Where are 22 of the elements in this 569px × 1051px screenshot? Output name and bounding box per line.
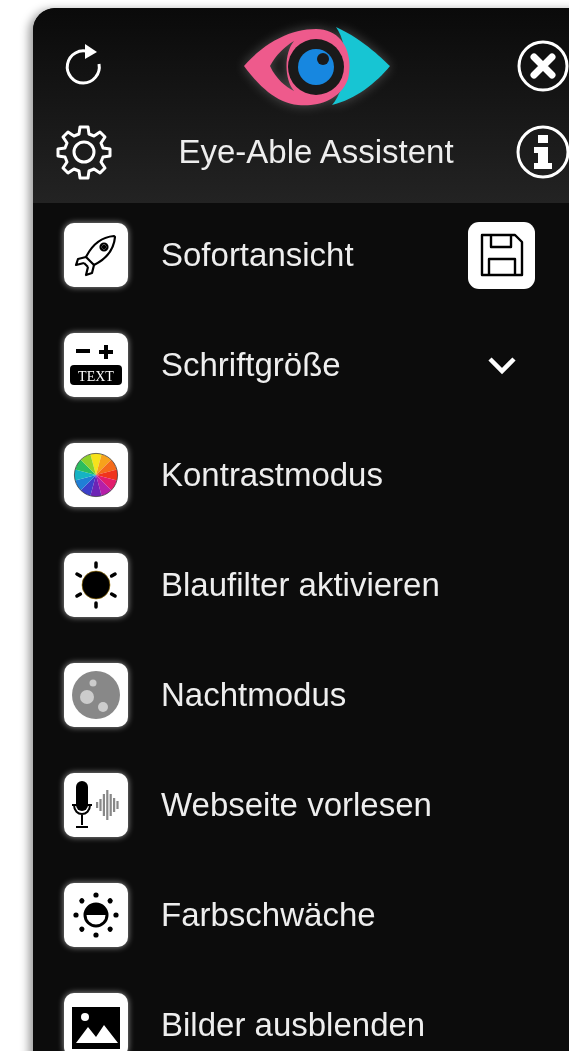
menu-item-label[interactable]: Nachtmodus [161,676,468,714]
color-wheel-icon[interactable] [64,443,128,507]
microphone-icon[interactable] [64,773,128,837]
menu-item-label[interactable]: Webseite vorlesen [161,786,468,824]
text-size-caption: TEXT [78,369,114,384]
half-sun-icon[interactable] [64,883,128,947]
menu-item-label[interactable]: Sofortansicht [161,236,468,274]
menu-item-label[interactable]: Schriftgröße [161,346,468,384]
chevron-icon[interactable] [486,355,517,375]
menu-item-label[interactable]: Kontrastmodus [161,456,468,494]
rocket-icon[interactable] [64,223,128,287]
sun-icon[interactable] [64,553,128,617]
menu-item-label[interactable]: Blaufilter aktivieren [161,566,468,604]
menu-item-label[interactable]: Farbschwäche [161,896,468,934]
close-icon[interactable] [517,40,569,92]
moon-icon[interactable] [64,663,128,727]
save-icon[interactable] [468,221,535,289]
text-size-icon[interactable]: TEXT [64,333,128,397]
image-icon[interactable] [64,993,128,1051]
assistant-title: Eye-Able Assistent [178,133,454,171]
menu-item-label[interactable]: Bilder ausblenden [161,1006,468,1044]
info-icon[interactable] [516,125,569,179]
